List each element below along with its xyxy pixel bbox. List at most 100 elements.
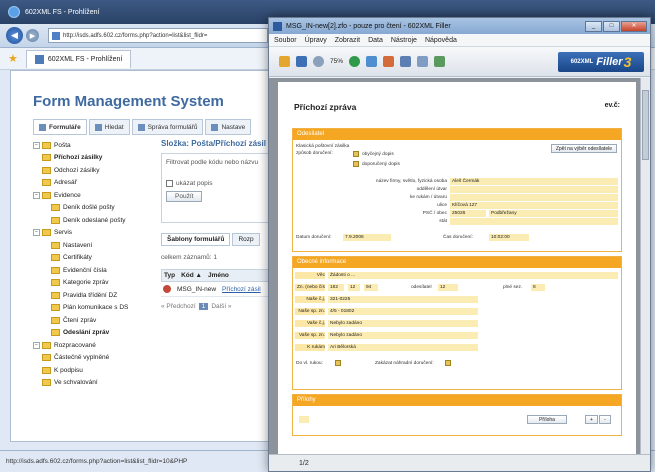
tree-node[interactable]: − Servis	[33, 227, 148, 240]
subject-field[interactable]: Žádosti o ...	[328, 272, 618, 279]
tree-node[interactable]: Adresář	[33, 177, 148, 190]
tree-node[interactable]: − Pošta	[33, 139, 148, 152]
ref-part-1[interactable]: 182	[328, 284, 344, 291]
tree-node-label: Evidence	[54, 191, 81, 199]
tab-sablony[interactable]: Šablony formulářů	[161, 233, 231, 246]
tab-hledat[interactable]: Hledat	[88, 119, 130, 135]
settings-icon	[211, 123, 219, 131]
ref-part-3[interactable]: 94	[364, 284, 378, 291]
favorites-star-icon[interactable]: ★	[8, 52, 18, 65]
ref-part-2[interactable]: 12	[348, 284, 360, 291]
tree-node[interactable]: Certifikáty	[33, 252, 148, 265]
tree-node[interactable]: Pravidla třídění DZ	[33, 289, 148, 302]
sign-icon[interactable]	[383, 56, 395, 67]
your-ref-field[interactable]: Nebylo zadáno	[328, 320, 478, 327]
state-field[interactable]	[450, 218, 618, 225]
row-name-link[interactable]: Příchozí zásil	[222, 286, 261, 293]
department-field[interactable]	[450, 186, 618, 193]
minimize-icon[interactable]: _	[585, 20, 602, 32]
tree-node[interactable]: Deník došlé pošty	[33, 202, 148, 215]
our-file-field[interactable]: 4/5 - 01802	[328, 308, 478, 315]
delivery-date-field[interactable]: 7.9.2006	[343, 234, 391, 241]
col-name[interactable]: Jméno	[208, 272, 229, 279]
attachment-field[interactable]	[299, 416, 309, 423]
no-substitute-checkbox[interactable]	[445, 360, 451, 366]
state-label: stát	[439, 219, 447, 224]
tree-node[interactable]: − Rozpracované	[33, 339, 148, 352]
pager-next[interactable]: Další »	[211, 303, 231, 310]
tree-node[interactable]: Ve schvalování	[33, 377, 148, 390]
back-button[interactable]: ◀	[6, 27, 23, 44]
tab-label: Hledat	[104, 123, 124, 131]
tree-node[interactable]: − Evidence	[33, 189, 148, 202]
table-row[interactable]: MSG_IN-new Příchozí zásil	[161, 282, 281, 297]
pager-current[interactable]: 1	[198, 303, 209, 310]
save-icon[interactable]	[296, 56, 307, 67]
to-hands-field[interactable]: Ari Bělorská	[328, 344, 478, 351]
tree-node[interactable]: Evidenční čísla	[33, 264, 148, 277]
zoom-out-icon[interactable]	[313, 56, 324, 67]
menu-zobrazit[interactable]: Zobrazit	[335, 37, 360, 44]
apply-button[interactable]: Použít	[166, 191, 203, 203]
received-label: plné sez.	[503, 285, 523, 290]
add-attachment-button[interactable]: +	[585, 415, 598, 424]
remove-attachment-button[interactable]: -	[599, 415, 611, 424]
your-file-field[interactable]: Nebylo zadáno	[328, 332, 478, 339]
tree-node[interactable]: Částečně vyplněné	[33, 352, 148, 365]
expand-toggle-icon[interactable]: −	[33, 141, 40, 149]
street-field[interactable]: Klíčová 127	[450, 202, 618, 209]
our-ref-field[interactable]: 321-0225	[328, 296, 478, 303]
city-field[interactable]: Podbřežany	[489, 210, 618, 217]
tree-node[interactable]: K podpisu	[33, 364, 148, 377]
maximize-icon[interactable]: □	[603, 20, 620, 32]
menu-data[interactable]: Data	[368, 37, 383, 44]
show-desc-checkbox[interactable]	[166, 180, 173, 187]
attach-icon[interactable]	[417, 56, 429, 67]
menu-soubor[interactable]: Soubor	[274, 37, 297, 44]
tree-node[interactable]: Odchozí zásilky	[33, 164, 148, 177]
pager-prev[interactable]: « Předchozí	[161, 303, 196, 310]
person-field[interactable]	[450, 194, 618, 201]
browser-tab[interactable]: 602XML FS - Prohlížení	[25, 49, 132, 68]
tree-node[interactable]: Deník odeslané pošty	[33, 214, 148, 227]
delivery-time-field[interactable]: 10:02:00	[489, 234, 529, 241]
send-icon[interactable]	[400, 56, 412, 67]
close-icon[interactable]: ✕	[621, 20, 647, 32]
psc-field[interactable]: 25026	[450, 210, 486, 217]
tab-nastaveni[interactable]: Nastave	[205, 119, 252, 135]
tree-node[interactable]: Příchozí zásilky	[33, 152, 148, 165]
regular-letter-checkbox[interactable]	[353, 151, 359, 157]
tree-node[interactable]: Kategorie zpráv	[33, 277, 148, 290]
vertical-scrollbar[interactable]	[640, 78, 650, 455]
company-field[interactable]: Aleš Čermák	[450, 178, 618, 185]
open-icon[interactable]	[279, 56, 290, 67]
expand-toggle-icon[interactable]: −	[33, 191, 40, 199]
menu-napoveda[interactable]: Nápověda	[425, 37, 457, 44]
address-bar[interactable]: http://isds.adfs.602.cz/forms.php?action…	[48, 28, 268, 43]
sender-no-field[interactable]: 12	[438, 284, 458, 291]
tab-sprava[interactable]: Správa formulářů	[131, 119, 204, 135]
col-code[interactable]: Kód ▲	[181, 272, 202, 279]
attachment-button[interactable]: Příloha	[527, 415, 567, 424]
own-hands-checkbox[interactable]	[335, 360, 341, 366]
tab-formulare[interactable]: Formuláře	[33, 119, 87, 135]
validate-icon[interactable]	[434, 56, 446, 67]
scroll-thumb[interactable]	[642, 90, 649, 160]
col-type[interactable]: Typ	[164, 272, 175, 279]
zoom-level[interactable]: 75%	[330, 58, 343, 65]
menu-upravy[interactable]: Úpravy	[305, 37, 327, 44]
tree-node[interactable]: Čtení zpráv	[33, 314, 148, 327]
tab-rozpracovane[interactable]: Rozp	[232, 233, 260, 246]
forward-button[interactable]: ▶	[26, 29, 39, 42]
menu-nastroje[interactable]: Nástroje	[391, 37, 417, 44]
print-icon[interactable]	[366, 56, 378, 67]
zoom-in-icon[interactable]	[349, 56, 361, 67]
tree-node[interactable]: Nastavení	[33, 239, 148, 252]
expand-toggle-icon[interactable]: −	[33, 229, 40, 237]
received-field[interactable]: 8	[531, 284, 545, 291]
expand-toggle-icon[interactable]: −	[33, 341, 40, 349]
registered-letter-checkbox[interactable]	[353, 161, 359, 167]
tree-node[interactable]: Plán komunikace s DS	[33, 302, 148, 315]
tree-node[interactable]: Odeslání zpráv	[33, 327, 148, 340]
back-to-sender-button[interactable]: Zpět na výběr odesílatele	[550, 144, 617, 153]
